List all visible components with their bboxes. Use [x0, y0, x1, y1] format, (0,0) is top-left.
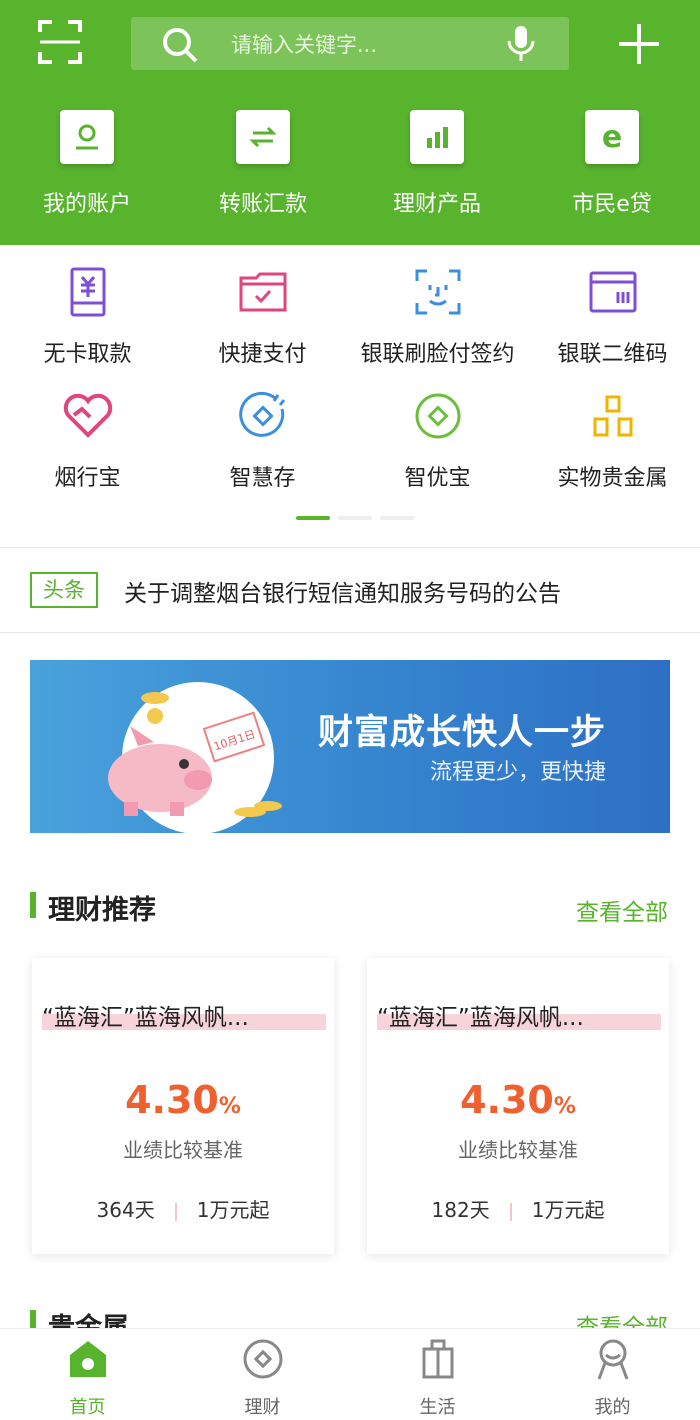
search-input[interactable]: 请输入关键字... — [231, 29, 377, 59]
life-bag-icon — [416, 1337, 460, 1381]
headline-text[interactable]: 关于调整烟台银行短信通知服务号码的公告 — [124, 574, 561, 608]
wealth-coin-icon — [241, 1337, 285, 1381]
headline-tag: 头条 — [30, 572, 98, 608]
face-scan-icon — [408, 262, 468, 322]
folder-check-icon — [233, 262, 293, 322]
user-icon — [591, 1337, 635, 1381]
tab-life[interactable]: 生活 — [350, 1337, 525, 1419]
quick-transfer[interactable]: 转账汇款 — [188, 110, 338, 218]
banner-subtitle: 流程更少，更快捷 — [430, 760, 607, 785]
page-dot — [338, 516, 372, 520]
search-bar[interactable]: 请输入关键字... — [131, 17, 569, 70]
tab-wealth[interactable]: 理财 — [175, 1337, 350, 1419]
rate-description: 业绩比较基准 — [123, 1138, 243, 1162]
quick-wealth-products[interactable]: 理财产品 — [362, 110, 512, 218]
headline-news[interactable]: 头条 关于调整烟台银行短信通知服务号码的公告 — [0, 548, 700, 632]
rate-description: 业绩比较基准 — [458, 1138, 578, 1162]
quick-my-account[interactable]: 我的账户 — [12, 110, 162, 218]
product-rate: 4.30% — [125, 1078, 241, 1122]
microphone-icon[interactable] — [506, 25, 536, 63]
promo-banner[interactable]: 10月1日 财富成长快人一步 流程更少，更快捷 — [30, 660, 670, 833]
product-card[interactable]: “蓝海汇”蓝海风帆... 4.30% 业绩比较基准 182天 1万元起 — [367, 958, 669, 1254]
page-dot-active — [296, 516, 330, 520]
deposit-circle-icon — [233, 386, 293, 446]
banner-title: 财富成长快人一步 — [318, 713, 607, 753]
product-meta: 364天 1万元起 — [32, 1194, 334, 1223]
product-term: 182天 — [431, 1198, 490, 1222]
section-accent-bar — [30, 1310, 36, 1328]
bottom-tab-bar: 首页 理财 生活 我的 — [0, 1328, 700, 1420]
view-all-link[interactable]: 查看全部 — [576, 893, 668, 927]
scan-icon[interactable] — [38, 20, 82, 64]
diamond-circle-icon — [408, 386, 468, 446]
service-cardless-withdrawal[interactable]: 无卡取款 — [0, 262, 175, 368]
service-quick-pay[interactable]: 快捷支付 — [175, 262, 350, 368]
service-smart-deposit[interactable]: 智慧存 — [175, 386, 350, 492]
section-precious-metals-partial: 贵金属 查看全部 — [0, 1300, 700, 1328]
product-term: 364天 — [96, 1198, 155, 1222]
tab-home[interactable]: 首页 — [0, 1337, 175, 1419]
product-card[interactable]: “蓝海汇”蓝海风帆... 4.30% 业绩比较基准 364天 1万元起 — [32, 958, 334, 1254]
chart-bar-icon — [410, 110, 464, 164]
add-icon[interactable] — [617, 22, 661, 66]
tab-mine[interactable]: 我的 — [525, 1337, 700, 1419]
service-yanxingbao[interactable]: 烟行宝 — [0, 386, 175, 492]
top-header: 请输入关键字... 我的账户 转账汇款 理财产品 e 市民e贷 — [0, 0, 700, 245]
page-dot — [380, 516, 414, 520]
home-icon — [66, 1337, 110, 1381]
product-rate: 4.30% — [460, 1078, 576, 1122]
page-indicator — [296, 516, 414, 520]
transfer-icon — [236, 110, 290, 164]
qr-window-icon — [583, 262, 643, 322]
section-accent-bar — [30, 892, 36, 918]
svg-text:e: e — [602, 120, 622, 154]
product-name: “蓝海汇”蓝海风帆... — [377, 1005, 584, 1031]
yuan-phone-icon — [58, 262, 118, 322]
section-title: 贵金属 — [48, 1306, 129, 1328]
divider — [0, 632, 700, 633]
product-name: “蓝海汇”蓝海风帆... — [42, 1005, 249, 1031]
account-icon — [60, 110, 114, 164]
e-loan-icon: e — [585, 110, 639, 164]
product-min: 1万元起 — [531, 1198, 605, 1222]
service-face-pay[interactable]: 银联刷脸付签约 — [350, 262, 525, 368]
heart-icon — [58, 386, 118, 446]
service-precious-metals[interactable]: 实物贵金属 — [525, 386, 700, 492]
piggy-bank-icon: 10月1日 — [108, 692, 282, 817]
search-icon — [161, 26, 199, 64]
service-zhiyoubao[interactable]: 智优宝 — [350, 386, 525, 492]
product-min: 1万元起 — [196, 1198, 270, 1222]
gold-bars-icon — [583, 386, 643, 446]
quick-e-loan[interactable]: e 市民e贷 — [537, 110, 687, 218]
product-meta: 182天 1万元起 — [367, 1194, 669, 1223]
view-all-link[interactable]: 查看全部 — [576, 1308, 668, 1328]
service-unionpay-qr[interactable]: 银联二维码 — [525, 262, 700, 368]
